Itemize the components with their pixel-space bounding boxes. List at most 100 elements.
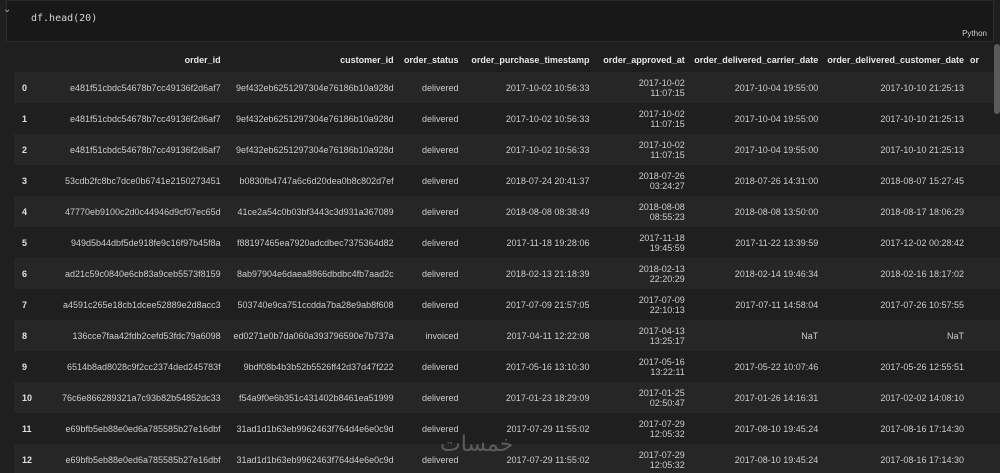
approved-time: 12:05:32	[649, 459, 685, 470]
approved-date: 2018-07-26	[638, 170, 685, 181]
purchase-timestamp-cell: 2018-08-08 08:38:49	[461, 196, 593, 227]
index-header	[14, 48, 35, 72]
delivered-customer-cell: 2017-05-26 12:55:51	[821, 351, 967, 382]
collapse-chevron-icon[interactable]: ⌄	[3, 4, 11, 15]
approved-time: 08:55:23	[649, 211, 685, 222]
truncated-cell	[966, 196, 1000, 227]
approved-at-cell: 2017-10-02 11:07:15	[592, 103, 688, 134]
approved-date: 2017-10-02	[638, 139, 685, 150]
table-row: 3 53cdb2fc8bc7dce0b6741e2150273451 b0830fb…	[14, 165, 1000, 196]
column-header: order_id	[184, 55, 221, 65]
customer-id-cell: 8ab97904e6daea8866dbdbc4fb7aad2c	[223, 258, 397, 289]
customer-id-cell: 9bdf08b4b3b52b5526ff42d37d47f222	[223, 351, 397, 382]
delivered-carrier-cell: 2017-10-04 19:55:00	[687, 72, 822, 103]
truncated-cell	[966, 413, 1000, 444]
customer-id-cell: f54a9f0e6b351c431402b8461ea51999	[223, 382, 397, 413]
approved-at-cell: 2018-02-13 22:20:29	[592, 258, 688, 289]
order-id-cell: e481f51cbdc54678b7cc49136f2d6af7	[35, 134, 224, 165]
table-row: 4 47770eb9100c2d0c44946d9cf07ec65d 41ce2a5…	[14, 196, 1000, 227]
truncated-cell	[966, 227, 1000, 258]
column-header: customer_id	[340, 55, 394, 65]
purchase-timestamp-cell: 2017-10-02 10:56:33	[461, 134, 593, 165]
customer-id-cell: 41ce2a54c0b03bf3443c3d931a367089	[223, 196, 397, 227]
row-index: 5	[14, 227, 36, 258]
row-index: 6	[14, 258, 36, 289]
row-index: 8	[14, 320, 36, 351]
approved-date: 2017-07-09	[638, 294, 685, 305]
purchase-timestamp-cell: 2017-10-02 10:56:33	[461, 103, 593, 134]
cell-output: order_id customer_id order_status order_…	[14, 48, 1000, 473]
delivered-carrier-cell: 2017-10-04 19:55:00	[687, 134, 822, 165]
approved-time: 22:20:29	[649, 273, 685, 284]
delivered-customer-cell: 2018-08-07 15:27:45	[821, 165, 967, 196]
row-index: 1	[14, 103, 36, 134]
code-line[interactable]: df.head(20)	[31, 13, 97, 24]
row-index: 0	[14, 72, 36, 103]
code-cell-editor[interactable]: ⌄ df.head(20) Python	[3, 0, 994, 42]
order-status-cell: delivered	[396, 382, 462, 413]
customer-id-cell: b0830fb4747a6c6d20dea0b8c802d7ef	[223, 165, 397, 196]
order-status-cell: delivered	[396, 103, 462, 134]
approved-at-cell: 2017-07-29 12:05:32	[592, 444, 688, 473]
approved-at-cell: 2017-10-02 11:07:15	[592, 72, 688, 103]
customer-id-cell: f88197465ea7920adcdbec7375364d82	[223, 227, 397, 258]
table-row: 1 e481f51cbdc54678b7cc49136f2d6af7 9ef432e…	[14, 103, 1000, 134]
table-row: 6 ad21c59c0840e6cb83a9ceb5573f8159 8ab9790…	[14, 258, 1000, 289]
approved-date: 2018-08-08	[638, 201, 685, 212]
order-id-cell: 6514b8ad8028c9f2cc2374ded245783f	[35, 351, 224, 382]
delivered-customer-cell: 2017-07-26 10:57:55	[821, 289, 967, 320]
purchase-timestamp-cell: 2017-10-02 10:56:33	[461, 72, 593, 103]
vertical-scrollbar[interactable]	[994, 44, 1000, 114]
table-header-row: order_id customer_id order_status order_…	[14, 48, 1000, 72]
customer-id-cell: 31ad1d1b63eb9962463f764d4e6e0c9d	[223, 413, 397, 444]
table-row: 2 e481f51cbdc54678b7cc49136f2d6af7 9ef432e…	[14, 134, 1000, 165]
order-status-cell: invoiced	[396, 320, 462, 351]
order-id-cell: e481f51cbdc54678b7cc49136f2d6af7	[35, 103, 224, 134]
delivered-carrier-cell: 2018-02-14 19:46:34	[687, 258, 822, 289]
approved-time: 03:24:27	[649, 180, 685, 191]
customer-id-cell: 9ef432eb6251297304e76186b10a928d	[223, 72, 397, 103]
approved-date: 2017-10-02	[638, 77, 685, 88]
approved-at-cell: 2017-10-02 11:07:15	[592, 134, 688, 165]
approved-time: 11:07:15	[650, 149, 685, 160]
approved-time: 11:07:15	[650, 118, 685, 129]
purchase-timestamp-cell: 2017-07-09 21:57:05	[461, 289, 593, 320]
row-index: 3	[14, 165, 36, 196]
row-index: 2	[14, 134, 36, 165]
approved-date: 2017-11-18	[639, 232, 685, 243]
order-id-cell: e69bfb5eb88e0ed6a785585b27e16dbf	[35, 413, 224, 444]
order-status-cell: delivered	[396, 351, 462, 382]
approved-time: 11:07:15	[650, 87, 685, 98]
order-id-cell: 76c6e866289321a7c93b82b54852dc33	[35, 382, 224, 413]
order-id-cell: e69bfb5eb88e0ed6a785585b27e16dbf	[35, 444, 224, 473]
purchase-timestamp-cell: 2018-02-13 21:18:39	[461, 258, 593, 289]
row-index: 7	[14, 289, 36, 320]
watermark-logo: خمسات	[440, 432, 514, 457]
table-body: 0 e481f51cbdc54678b7cc49136f2d6af7 9ef432e…	[14, 72, 1000, 473]
approved-at-cell: 2018-07-26 03:24:27	[592, 165, 688, 196]
truncated-cell	[966, 165, 1000, 196]
customer-id-cell: 9ef432eb6251297304e76186b10a928d	[223, 134, 397, 165]
delivered-customer-cell: NaT	[821, 320, 967, 351]
delivered-customer-cell: 2018-08-17 18:06:29	[821, 196, 967, 227]
table-row: 7 a4591c265e18cb1dcee52889e2d8acc3 503740e…	[14, 289, 1000, 320]
delivered-carrier-cell: 2018-08-08 13:50:00	[687, 196, 822, 227]
row-index: 11	[14, 413, 36, 444]
order-status-cell: delivered	[396, 134, 462, 165]
table-row: 9 6514b8ad8028c9f2cc2374ded245783f 9bdf08b…	[14, 351, 1000, 382]
order-id-cell: 136cce7faa42fdb2cefd53fdc79a6098	[35, 320, 224, 351]
column-header: order_delivered_carrier_date	[694, 55, 819, 65]
delivered-customer-cell: 2017-08-16 17:14:30	[821, 413, 967, 444]
delivered-carrier-cell: 2017-05-22 10:07:46	[687, 351, 822, 382]
column-header: order_approved_at	[603, 55, 685, 65]
purchase-timestamp-cell: 2018-07-24 20:41:37	[461, 165, 593, 196]
customer-id-cell: ed0271e0b7da060a393796590e7b737a	[223, 320, 397, 351]
language-label[interactable]: Python	[962, 29, 987, 38]
approved-date: 2017-04-13	[638, 325, 685, 336]
delivered-carrier-cell: 2017-11-22 13:39:59	[687, 227, 822, 258]
order-status-cell: delivered	[396, 289, 462, 320]
customer-id-cell: 503740e9ca751ccdda7ba28e9ab8f608	[223, 289, 397, 320]
order-id-cell: 47770eb9100c2d0c44946d9cf07ec65d	[35, 196, 224, 227]
approved-at-cell: 2017-05-16 13:22:11	[592, 351, 688, 382]
order-id-cell: 53cdb2fc8bc7dce0b6741e2150273451	[35, 165, 224, 196]
